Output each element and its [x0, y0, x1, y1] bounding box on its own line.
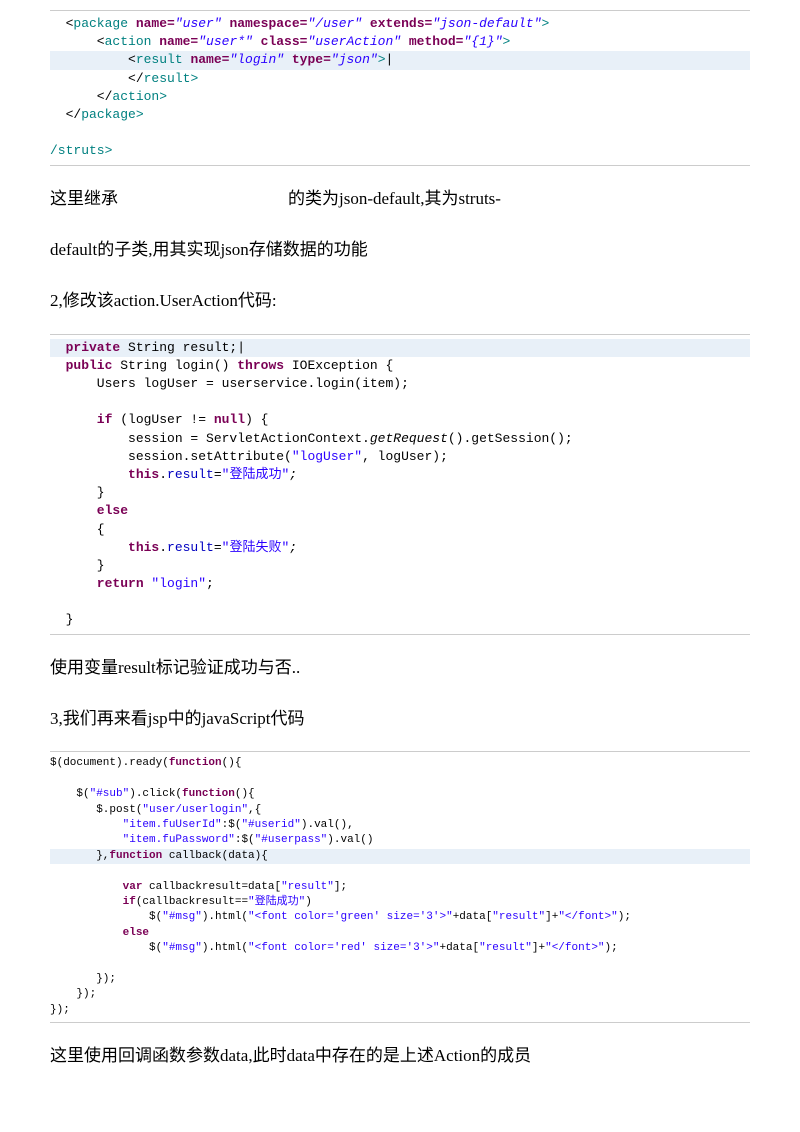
paragraph-5: 3,我们再来看jsp中的javaScript代码 — [50, 700, 750, 737]
paragraph-2: default的子类,用其实现json存储数据的功能 — [50, 231, 750, 268]
paragraph-6: 这里使用回调函数参数data,此时data中存在的是上述Action的成员 — [50, 1037, 750, 1074]
code-block-js: $(document).ready(function(){ $("#sub").… — [50, 751, 750, 1023]
paragraph-4: 使用变量result标记验证成功与否.. — [50, 649, 750, 686]
paragraph-1: 这里继承的类为json-default,其为struts- — [50, 180, 750, 217]
document-page: <package name="user" namespace="/user" e… — [0, 10, 800, 1074]
code-block-xml: <package name="user" namespace="/user" e… — [50, 10, 750, 166]
paragraph-3: 2,修改该action.UserAction代码: — [50, 282, 750, 319]
code-block-java: private String result;| public String lo… — [50, 334, 750, 635]
